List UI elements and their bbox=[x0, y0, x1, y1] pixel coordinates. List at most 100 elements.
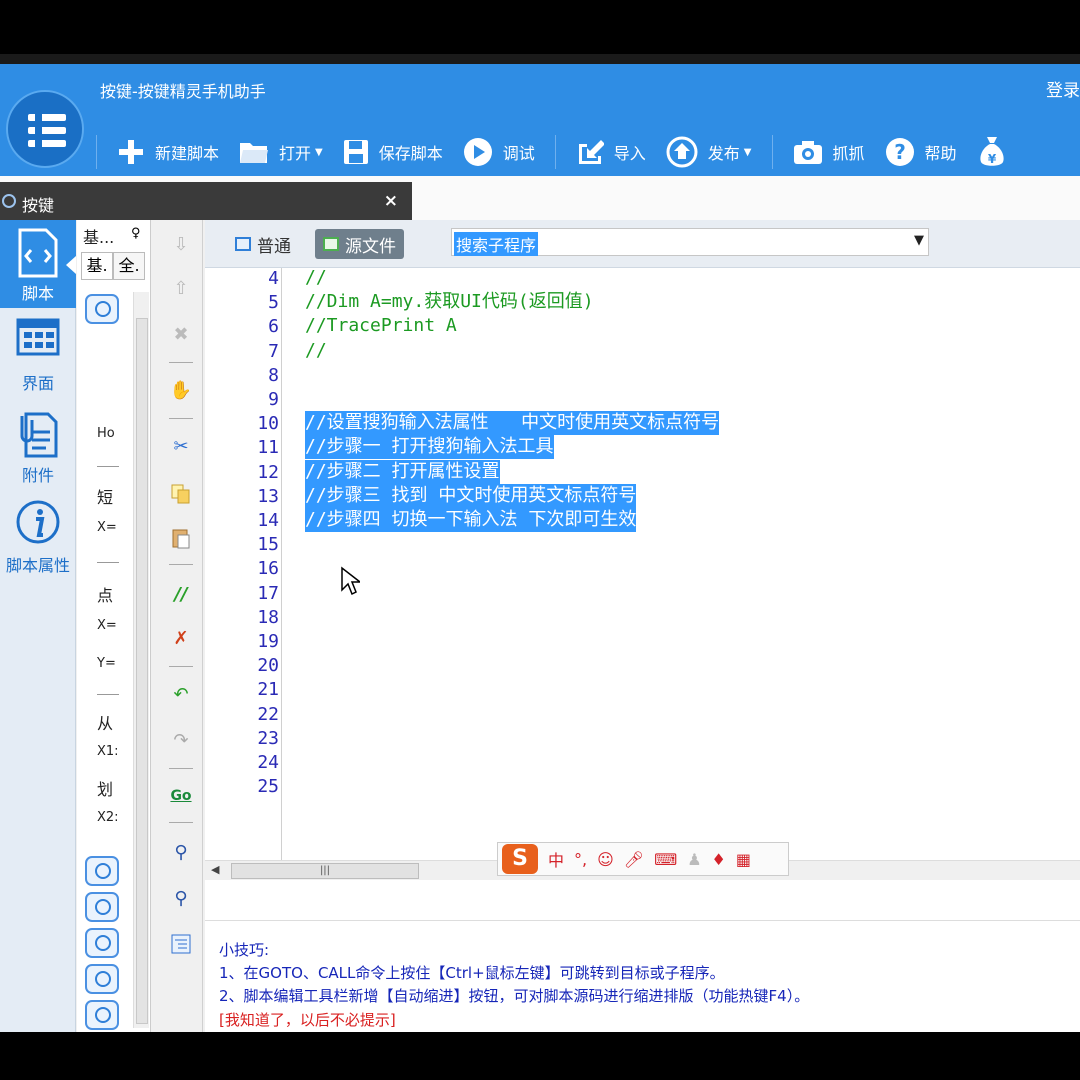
redo-icon[interactable]: ↷ bbox=[169, 728, 193, 752]
app-header: 按键-按键精灵手机助手 登录 新建脚本 打开 ▼ 保存脚本 调试 导入 发布 ▼… bbox=[0, 64, 1080, 176]
undo-icon[interactable]: ↶ bbox=[169, 682, 193, 706]
nav-item-ui[interactable]: 界面 bbox=[0, 310, 76, 398]
code-line[interactable]: //步骤一 打开搜狗输入法工具 bbox=[305, 435, 554, 460]
subroutine-search-select[interactable]: 搜索子程序 ▼ bbox=[451, 228, 929, 256]
tab-all[interactable]: 全. bbox=[113, 252, 145, 280]
uncomment-icon[interactable]: ✗ bbox=[169, 626, 193, 650]
mode-normal-button[interactable]: 普通 bbox=[227, 229, 299, 259]
toolbar-separator bbox=[169, 362, 193, 363]
find-icon[interactable]: ⚲ bbox=[169, 840, 193, 864]
tips-dismiss-link[interactable]: [我知道了，以后不必提示] bbox=[219, 1009, 396, 1030]
delete-icon[interactable]: ✖ bbox=[169, 322, 193, 346]
chevron-down-icon: ▼ bbox=[743, 146, 752, 158]
hand-icon[interactable]: ✋ bbox=[169, 378, 193, 402]
line-number: 7 bbox=[268, 340, 279, 362]
debug-button[interactable]: 调试 bbox=[463, 137, 535, 167]
code-area[interactable]: 4 // 5 //Dim A=my.获取UI代码(返回值) 6 //TracePrint … bbox=[205, 268, 1080, 860]
nav-label: 界面 bbox=[21, 374, 54, 393]
divider bbox=[97, 562, 119, 563]
smiley-icon[interactable]: ☺ bbox=[597, 850, 614, 869]
new-script-button[interactable]: 新建脚本 bbox=[117, 138, 219, 166]
command-panel-scrollbar[interactable] bbox=[133, 292, 149, 1028]
goto-icon[interactable]: Go bbox=[169, 784, 193, 808]
divider bbox=[97, 466, 119, 467]
scroll-thumb[interactable] bbox=[136, 318, 148, 1024]
code-line[interactable]: //TracePrint A bbox=[305, 314, 457, 338]
tips-panel: 小技巧: 1、在GOTO、CALL命令上按住【Ctrl+鼠标左键】可跳转到目标或… bbox=[205, 920, 1080, 1032]
ime-language-toggle[interactable]: 中 bbox=[548, 847, 564, 871]
move-up-icon[interactable]: ⇧ bbox=[169, 276, 193, 300]
collapse-down-icon[interactable] bbox=[85, 1000, 119, 1030]
collapse-down-icon[interactable] bbox=[85, 892, 119, 922]
line-number: 13 bbox=[257, 485, 279, 507]
app-menu-button[interactable] bbox=[6, 90, 84, 168]
help-button[interactable]: ? 帮助 bbox=[885, 137, 957, 167]
skin-icon[interactable]: ♦ bbox=[712, 850, 726, 869]
code-line[interactable]: // bbox=[305, 268, 327, 290]
code-line[interactable]: //设置搜狗输入法属性 中文时使用英文标点符号 bbox=[305, 411, 720, 436]
user-icon[interactable]: ♟ bbox=[687, 850, 701, 869]
command-entry[interactable]: Ho bbox=[97, 426, 115, 441]
collapse-down-icon[interactable] bbox=[85, 964, 119, 994]
tab-basic[interactable]: 基. bbox=[81, 252, 113, 280]
ime-punctuation-toggle[interactable]: °, bbox=[574, 850, 587, 869]
command-entry[interactable]: 划 bbox=[97, 776, 113, 800]
collapse-up-icon[interactable] bbox=[85, 294, 119, 324]
comment-icon[interactable]: // bbox=[169, 582, 193, 606]
login-link[interactable]: 登录 bbox=[1046, 76, 1080, 101]
move-down-icon[interactable]: ⇩ bbox=[169, 232, 193, 256]
open-button[interactable]: 打开 ▼ bbox=[239, 139, 323, 165]
line-number: 22 bbox=[257, 703, 279, 725]
code-line[interactable]: // bbox=[305, 339, 327, 363]
line-number: 15 bbox=[257, 534, 279, 556]
microphone-icon[interactable]: 🎤︎ bbox=[624, 850, 644, 869]
nav-label: 脚本 bbox=[21, 284, 54, 303]
toolbox-icon[interactable]: ▦ bbox=[736, 850, 751, 869]
command-entry[interactable]: 短 bbox=[97, 484, 113, 508]
save-script-label: 保存脚本 bbox=[378, 144, 443, 163]
code-editor: 普通 源文件 搜索子程序 ▼ 4 // 5 //Dim A=my.获取UI代码(返回值… bbox=[205, 220, 1080, 1032]
pin-icon[interactable]: ♀ bbox=[131, 226, 141, 241]
line-number: 14 bbox=[257, 510, 279, 531]
scroll-thumb[interactable]: ||| bbox=[231, 863, 419, 879]
mode-source-button[interactable]: 源文件 bbox=[315, 229, 404, 259]
normal-view-icon bbox=[235, 237, 251, 251]
toolbar-separator bbox=[169, 564, 193, 565]
code-line[interactable]: //步骤二 打开属性设置 bbox=[305, 459, 500, 484]
nav-item-script[interactable]: 脚本 bbox=[0, 220, 76, 308]
code-line[interactable]: //步骤四 切换一下输入法 下次即可生效 bbox=[305, 508, 637, 532]
line-number: 8 bbox=[268, 364, 279, 386]
sogou-logo[interactable]: S bbox=[502, 844, 538, 874]
ime-toolbar: S 中 °, ☺ 🎤︎ ⌨ ♟ ♦ ▦ bbox=[497, 842, 789, 876]
paste-icon[interactable] bbox=[169, 526, 193, 550]
command-entry[interactable]: 点 bbox=[97, 582, 113, 606]
mode-label: 普通 bbox=[257, 236, 291, 257]
svg-text:¥: ¥ bbox=[987, 152, 996, 166]
line-number: 16 bbox=[257, 558, 279, 580]
scroll-left-icon[interactable]: ◀ bbox=[211, 863, 219, 876]
collapse-down-icon[interactable] bbox=[85, 928, 119, 958]
auto-indent-icon[interactable] bbox=[169, 932, 193, 956]
cut-icon[interactable]: ✂ bbox=[169, 434, 193, 458]
nav-item-script-properties[interactable]: 脚本属性 bbox=[0, 492, 76, 580]
publish-button[interactable]: 发布 ▼ bbox=[666, 136, 752, 168]
capture-label: 抓抓 bbox=[832, 144, 865, 163]
command-entry[interactable]: 从 bbox=[97, 710, 113, 734]
keyboard-icon[interactable]: ⌨ bbox=[654, 850, 677, 869]
money-bag-button[interactable]: ¥ bbox=[977, 135, 1017, 169]
command-panel-title: 基... bbox=[83, 228, 115, 247]
mouse-cursor-icon bbox=[341, 566, 360, 596]
code-line[interactable]: //Dim A=my.获取UI代码(返回值) bbox=[305, 290, 594, 314]
import-button[interactable]: 导入 bbox=[576, 138, 646, 166]
code-line[interactable]: //步骤三 找到 中文时使用英文标点符号 bbox=[305, 483, 637, 508]
open-label: 打开 bbox=[279, 144, 312, 163]
collapse-down-icon[interactable] bbox=[85, 856, 119, 886]
close-icon[interactable]: × bbox=[384, 191, 398, 211]
save-script-button[interactable]: 保存脚本 bbox=[343, 139, 443, 165]
copy-icon[interactable] bbox=[169, 482, 193, 506]
tab-script[interactable]: 按键 × bbox=[0, 182, 412, 220]
find-replace-icon[interactable]: ⚲ bbox=[169, 886, 193, 910]
nav-item-attachment[interactable]: 附件 bbox=[0, 402, 76, 490]
capture-button[interactable]: 抓抓 bbox=[793, 139, 865, 165]
attachment-icon bbox=[20, 412, 58, 458]
